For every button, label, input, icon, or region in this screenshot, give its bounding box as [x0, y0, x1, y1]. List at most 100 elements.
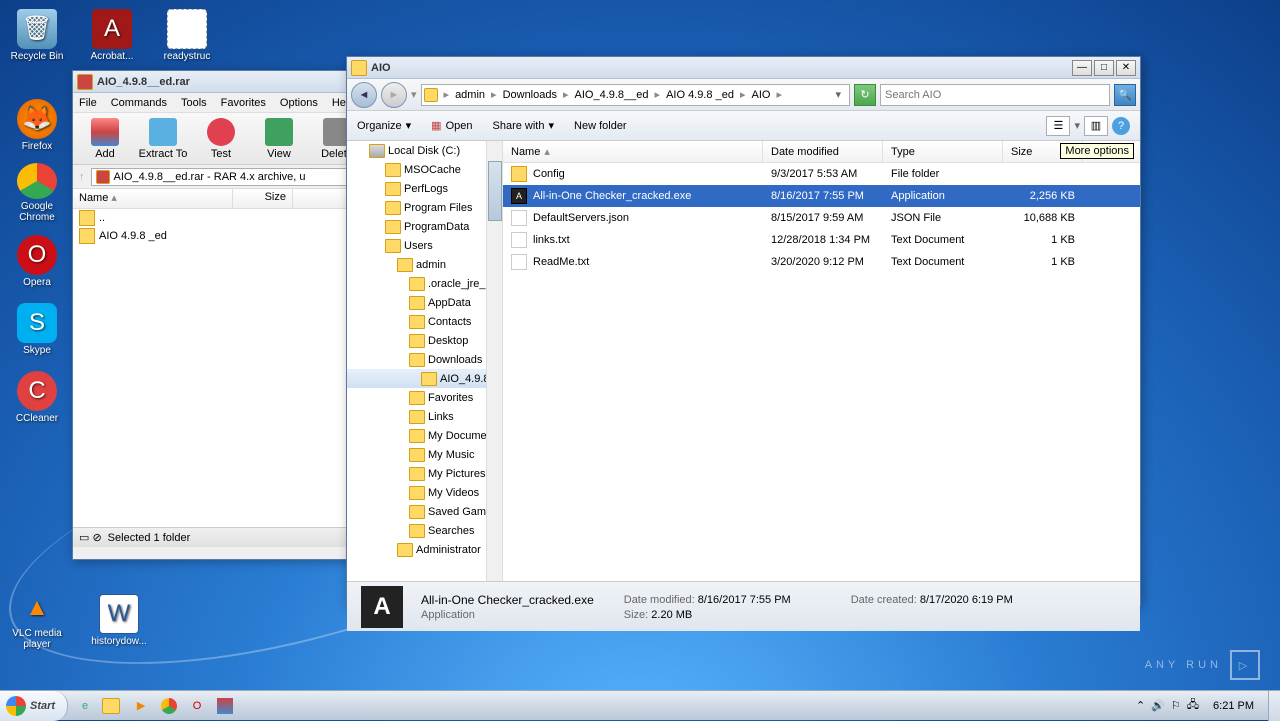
desktop-icon-readystruc[interactable]: readystruc	[155, 5, 219, 65]
menu-commands[interactable]: Commands	[111, 97, 167, 109]
dropdown-icon[interactable]: ▾	[829, 88, 847, 101]
back-button[interactable]: ◄	[351, 82, 377, 108]
desktop-icon-history[interactable]: Whistorydow...	[87, 590, 151, 650]
tree-item[interactable]: Program Files	[347, 198, 502, 217]
file-row[interactable]: AAll-in-One Checker_cracked.exe8/16/2017…	[503, 185, 1140, 207]
file-row[interactable]: Config9/3/2017 5:53 AMFile folder	[503, 163, 1140, 185]
chevron-right-icon[interactable]: ▸	[489, 88, 499, 101]
chevron-right-icon[interactable]: ▸	[442, 88, 452, 101]
network-icon[interactable]: 🖧	[1187, 696, 1199, 715]
col-type[interactable]: Type	[883, 141, 1003, 162]
chevron-right-icon[interactable]: ▸	[774, 88, 784, 101]
tree-item[interactable]: Users	[347, 236, 502, 255]
taskbar-explorer[interactable]	[100, 693, 126, 719]
tree-item[interactable]: ProgramData	[347, 217, 502, 236]
col-date[interactable]: Date modified	[763, 141, 883, 162]
new-folder-button[interactable]: New folder	[574, 120, 627, 132]
tree-item[interactable]: My Videos	[347, 483, 502, 502]
menu-options[interactable]: Options	[280, 97, 318, 109]
search-input[interactable]	[885, 89, 1105, 101]
file-row[interactable]: ReadMe.txt3/20/2020 9:12 PMText Document…	[503, 251, 1140, 273]
desktop-icon-ccleaner[interactable]: CCCleaner	[5, 367, 69, 427]
minimize-button[interactable]: —	[1072, 60, 1092, 76]
search-button[interactable]: 🔍	[1114, 84, 1136, 106]
chevron-right-icon[interactable]: ▸	[653, 88, 663, 101]
col-size[interactable]: Size	[233, 189, 293, 208]
taskbar-chrome[interactable]	[156, 693, 182, 719]
breadcrumb-item[interactable]: AIO_4.9.8__ed	[571, 89, 653, 101]
organize-button[interactable]: Organize ▾	[357, 119, 411, 132]
desktop-icon-skype[interactable]: SSkype	[5, 299, 69, 359]
chevron-right-icon[interactable]: ▸	[561, 88, 571, 101]
desktop-icon-firefox[interactable]: 🦊Firefox	[5, 95, 69, 155]
tool-add[interactable]: Add	[79, 115, 131, 163]
explorer-titlebar[interactable]: AIO — □ ✕	[347, 57, 1140, 79]
tree-item[interactable]: MSOCache	[347, 160, 502, 179]
open-button[interactable]: ▦ Open	[431, 119, 472, 132]
taskbar-ie[interactable]: e	[72, 693, 98, 719]
history-dropdown-icon[interactable]: ▾	[411, 88, 417, 101]
tree-item[interactable]: AIO_4.9.8	[347, 369, 502, 388]
desktop-icon-opera[interactable]: OOpera	[5, 231, 69, 291]
tree-item[interactable]: Desktop	[347, 331, 502, 350]
menu-tools[interactable]: Tools	[181, 97, 207, 109]
show-desktop-button[interactable]	[1268, 691, 1280, 721]
taskbar-winrar[interactable]	[212, 693, 238, 719]
tree-item[interactable]: Contacts	[347, 312, 502, 331]
folder-icon	[385, 201, 401, 215]
tree-item[interactable]: My Music	[347, 445, 502, 464]
desktop-icon-recyclebin[interactable]: 🗑Recycle Bin	[5, 5, 69, 65]
tool-view[interactable]: View	[253, 115, 305, 163]
tree-item[interactable]: My Pictures	[347, 464, 502, 483]
tree-item[interactable]: Saved Game	[347, 502, 502, 521]
breadcrumb[interactable]: ▸ admin▸ Downloads▸ AIO_4.9.8__ed▸ AIO 4…	[421, 84, 850, 106]
breadcrumb-item[interactable]: AIO	[747, 89, 774, 101]
share-button[interactable]: Share with ▾	[493, 119, 555, 132]
scroll-thumb[interactable]	[488, 161, 502, 221]
clock[interactable]: 6:21 PM	[1205, 700, 1262, 712]
col-name[interactable]: Name ▴	[73, 189, 233, 208]
volume-icon[interactable]: 🔊	[1151, 699, 1165, 712]
tree-item[interactable]: PerfLogs	[347, 179, 502, 198]
breadcrumb-item[interactable]: Downloads	[499, 89, 561, 101]
col-name[interactable]: Name ▴	[503, 141, 763, 162]
breadcrumb-item[interactable]: admin	[451, 89, 489, 101]
tree-item[interactable]: .oracle_jre_u	[347, 274, 502, 293]
breadcrumb-item[interactable]: AIO 4.9.8 _ed	[662, 89, 738, 101]
tree-item[interactable]: Favorites	[347, 388, 502, 407]
scrollbar[interactable]	[486, 141, 502, 581]
tree-item[interactable]: Administrator	[347, 540, 502, 559]
tree-item[interactable]: My Documen	[347, 426, 502, 445]
tree-item[interactable]: Local Disk (C:)	[347, 141, 502, 160]
file-row[interactable]: links.txt12/28/2018 1:34 PMText Document…	[503, 229, 1140, 251]
taskbar-media[interactable]: ▶	[128, 693, 154, 719]
tree-item[interactable]: Downloads	[347, 350, 502, 369]
chevron-down-icon[interactable]: ▾	[1074, 119, 1080, 132]
refresh-button[interactable]: ↻	[854, 84, 876, 106]
up-icon[interactable]: ↑	[79, 171, 85, 183]
forward-button[interactable]: ►	[381, 82, 407, 108]
desktop-icon-chrome[interactable]: Google Chrome	[5, 163, 69, 223]
flag-icon[interactable]: ⚐	[1171, 699, 1181, 712]
tree-item[interactable]: Links	[347, 407, 502, 426]
close-button[interactable]: ✕	[1116, 60, 1136, 76]
search-box[interactable]	[880, 84, 1110, 106]
help-button[interactable]: ?	[1112, 117, 1130, 135]
desktop-icon-vlc[interactable]: ▲VLC media player	[5, 590, 69, 650]
file-row[interactable]: DefaultServers.json8/15/2017 9:59 AMJSON…	[503, 207, 1140, 229]
tool-extract[interactable]: Extract To	[137, 115, 189, 163]
desktop-icon-acrobat[interactable]: AAcrobat...	[80, 5, 144, 65]
tool-test[interactable]: Test	[195, 115, 247, 163]
view-mode-button[interactable]: ☰	[1046, 116, 1070, 136]
tree-item[interactable]: AppData	[347, 293, 502, 312]
chevron-right-icon[interactable]: ▸	[738, 88, 748, 101]
tree-item[interactable]: admin	[347, 255, 502, 274]
tree-item[interactable]: Searches	[347, 521, 502, 540]
start-button[interactable]: Start	[0, 691, 68, 721]
preview-pane-button[interactable]: ▥	[1084, 116, 1108, 136]
maximize-button[interactable]: □	[1094, 60, 1114, 76]
taskbar-opera[interactable]: O	[184, 693, 210, 719]
menu-file[interactable]: File	[79, 97, 97, 109]
menu-favorites[interactable]: Favorites	[221, 97, 266, 109]
tray-expand-icon[interactable]: ⌃	[1136, 699, 1145, 712]
